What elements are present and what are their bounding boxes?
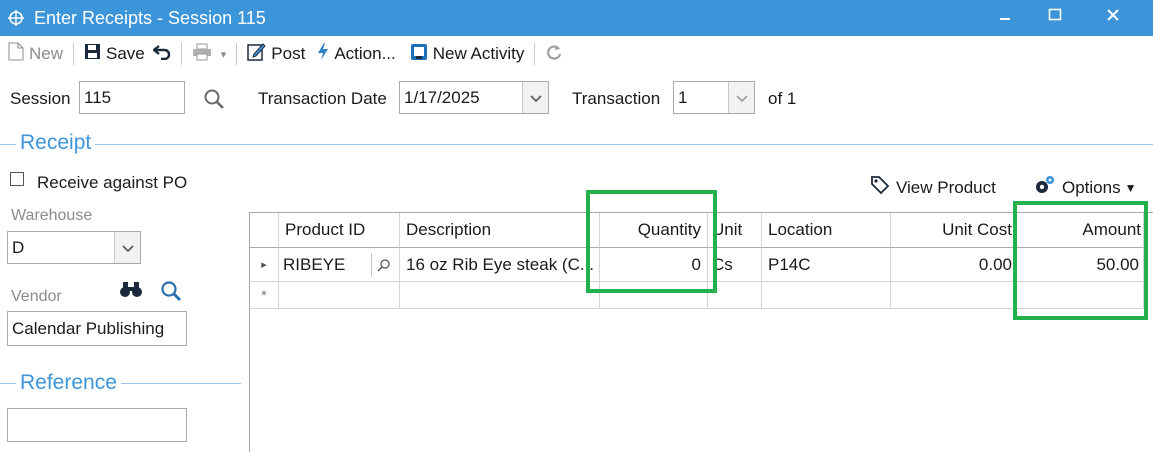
- toolbar-separator: [534, 43, 536, 65]
- minimize-button[interactable]: [985, 0, 1025, 30]
- warehouse-field[interactable]: D: [7, 231, 141, 264]
- post-edit-icon: [247, 42, 266, 66]
- transaction-number-field[interactable]: 1: [673, 81, 755, 114]
- action-button[interactable]: Action...: [313, 40, 399, 68]
- tag-icon: [870, 175, 890, 200]
- new-row-amount-cell[interactable]: [1015, 282, 1144, 309]
- maximize-button[interactable]: [1035, 0, 1075, 30]
- column-header-unit[interactable]: Unit: [708, 213, 762, 248]
- view-product-label: View Product: [896, 177, 996, 197]
- warehouse-dropdown-button[interactable]: [114, 232, 140, 263]
- window-title: Enter Receipts - Session 115: [34, 7, 266, 28]
- post-button-label: Post: [271, 44, 306, 63]
- session-label: Session: [10, 89, 71, 108]
- close-button[interactable]: [1093, 0, 1133, 30]
- vendor-label: Vendor: [11, 288, 62, 305]
- options-button[interactable]: Options ▼: [1034, 174, 1136, 201]
- app-icon: [6, 8, 26, 28]
- new-document-icon: [8, 42, 24, 66]
- column-header-product-id[interactable]: Product ID: [279, 213, 400, 248]
- title-bar: Enter Receipts - Session 115: [0, 0, 1153, 36]
- chevron-down-icon: [529, 88, 542, 108]
- save-button[interactable]: Save: [80, 40, 149, 68]
- description-cell[interactable]: 16 oz Rib Eye steak (C...: [400, 248, 600, 282]
- toolbar-separator: [180, 43, 182, 65]
- new-row-indicator[interactable]: *: [250, 282, 279, 309]
- vendor-value: Calendar Publishing: [12, 318, 165, 338]
- receipt-group-title: Receipt: [16, 131, 96, 155]
- session-value: 115: [84, 87, 112, 107]
- product-id-value: RIBEYE: [283, 254, 346, 274]
- action-button-label: Action...: [334, 44, 396, 63]
- reference-field[interactable]: [7, 408, 187, 442]
- column-header-amount[interactable]: Amount: [1015, 213, 1144, 248]
- amount-cell[interactable]: 50.00: [1015, 248, 1144, 282]
- transaction-count-label: of 1: [768, 89, 797, 108]
- refresh-button[interactable]: [541, 40, 567, 68]
- unit-cost-cell[interactable]: 0.00: [891, 248, 1015, 282]
- current-row-indicator[interactable]: ▸: [250, 248, 279, 282]
- warehouse-value: D: [12, 237, 25, 257]
- session-field[interactable]: 115: [79, 81, 185, 114]
- transaction-label: Transaction: [572, 89, 661, 108]
- receive-against-po-label: Receive against PO: [37, 173, 188, 192]
- toolbar: New Save ▾ Post Action... New Activity: [0, 38, 1153, 70]
- new-row-quantity-cell[interactable]: [600, 282, 708, 309]
- transaction-date-field[interactable]: 1/17/2025: [399, 81, 549, 114]
- chevron-down-icon: ▼: [1124, 180, 1137, 195]
- reference-group-title: Reference: [16, 371, 121, 395]
- printer-icon: [192, 43, 212, 66]
- location-cell[interactable]: P14C: [762, 248, 891, 282]
- product-lookup-icon[interactable]: [371, 252, 395, 277]
- column-header-description[interactable]: Description: [400, 213, 600, 248]
- product-id-cell[interactable]: RIBEYE: [279, 248, 400, 282]
- new-activity-button-label: New Activity: [432, 44, 525, 63]
- new-row-unit-cell[interactable]: [708, 282, 762, 309]
- lightning-icon: [317, 42, 329, 66]
- column-header-unit-cost[interactable]: Unit Cost: [891, 213, 1015, 248]
- save-button-label: Save: [106, 44, 145, 63]
- refresh-icon: [545, 43, 563, 66]
- row-header-corner: [250, 213, 279, 248]
- unit-cell[interactable]: Cs: [708, 248, 762, 282]
- binoculars-icon[interactable]: [118, 279, 144, 304]
- transaction-date-label: Transaction Date: [258, 89, 387, 108]
- options-label: Options: [1062, 177, 1121, 197]
- vendor-field[interactable]: Calendar Publishing: [7, 311, 187, 346]
- search-icon[interactable]: [203, 88, 225, 115]
- quantity-cell[interactable]: 0: [600, 248, 708, 282]
- chevron-down-icon: [121, 238, 134, 258]
- new-row-unit-cost-cell[interactable]: [891, 282, 1015, 309]
- transaction-number-value: 1: [678, 87, 688, 107]
- view-product-button[interactable]: View Product: [870, 175, 996, 200]
- gear-icon: [1034, 174, 1056, 201]
- transaction-date-value: 1/17/2025: [404, 87, 480, 107]
- receipt-group-line: [0, 144, 1153, 145]
- new-button[interactable]: New: [4, 40, 67, 68]
- column-header-quantity[interactable]: Quantity: [600, 213, 708, 248]
- column-header-location[interactable]: Location: [762, 213, 891, 248]
- undo-icon: [151, 44, 171, 65]
- new-activity-button[interactable]: New Activity: [406, 40, 529, 68]
- new-row-description-cell[interactable]: [400, 282, 600, 309]
- new-row-product-id-cell[interactable]: [279, 282, 400, 309]
- toolbar-separator: [236, 43, 238, 65]
- activity-book-icon: [410, 43, 428, 66]
- undo-button[interactable]: [149, 40, 175, 68]
- post-button[interactable]: Post: [243, 40, 309, 68]
- warehouse-label: Warehouse: [11, 207, 93, 224]
- receive-against-po-checkbox[interactable]: [10, 172, 24, 186]
- chevron-down-icon: [735, 88, 748, 108]
- receipt-lines-grid: Product ID Description Quantity Unit Loc…: [249, 212, 1153, 452]
- toolbar-separator: [73, 43, 75, 65]
- new-row-location-cell[interactable]: [762, 282, 891, 309]
- chevron-down-icon[interactable]: ▾: [221, 48, 227, 61]
- print-button[interactable]: ▾: [188, 40, 231, 68]
- new-button-label: New: [29, 44, 64, 63]
- save-disk-icon: [84, 43, 101, 65]
- date-dropdown-button[interactable]: [522, 82, 548, 113]
- vendor-search-icon[interactable]: [159, 279, 183, 308]
- transaction-dropdown-button[interactable]: [728, 82, 754, 113]
